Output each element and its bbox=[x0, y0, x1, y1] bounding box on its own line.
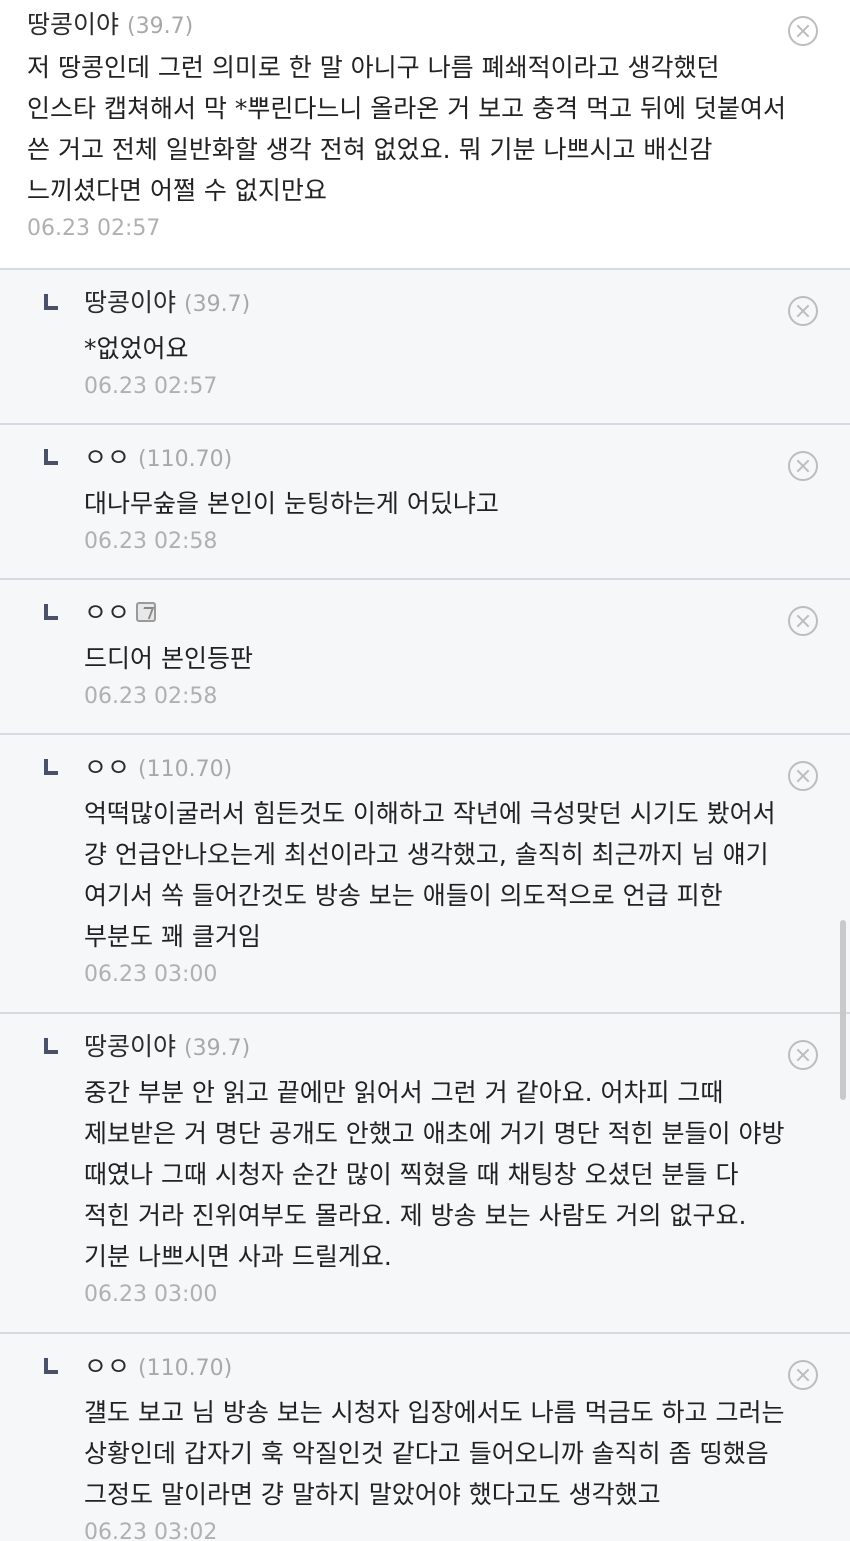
delete-icon[interactable] bbox=[788, 761, 818, 791]
reply-item: 땅콩이야 (39.7) 중간 부분 안 읽고 끝에만 읽어서 그런 거 같아요. … bbox=[0, 1014, 850, 1334]
comment-text: 억떡많이굴러서 힘든것도 이해하고 작년에 극성맞던 시기도 봤어서 걍 언급안… bbox=[84, 799, 776, 951]
comment-ip: (39.7) bbox=[184, 292, 251, 317]
comment-nickname[interactable]: 땅콩이야 bbox=[27, 10, 119, 39]
reply-arrow-icon bbox=[44, 1038, 58, 1054]
comment-meta: ㅇㅇ (110.70) bbox=[84, 751, 790, 785]
reply-arrow-icon bbox=[44, 294, 58, 310]
comment-nickname[interactable]: ㅇㅇ bbox=[84, 443, 130, 472]
comment-time: 06.23 03:00 bbox=[84, 1282, 218, 1307]
comment-thread: 땅콩이야 (39.7) 저 땅콩인데 그런 의미로 한 말 아니구 나름 폐쇄적이… bbox=[0, 0, 850, 1541]
comment-time: 06.23 02:58 bbox=[84, 529, 218, 554]
delete-icon[interactable] bbox=[788, 1360, 818, 1390]
reply-item: ㅇㅇ (110.70) 억떡많이굴러서 힘든것도 이해하고 작년에 극성맞던 시기… bbox=[0, 735, 850, 1014]
delete-icon[interactable] bbox=[788, 16, 818, 46]
reply-item: 땅콩이야 (39.7) *없었어요 06.23 02:57 bbox=[0, 270, 850, 425]
comment-meta: ㅇㅇ (110.70) bbox=[84, 441, 790, 475]
comment-text: *없었어요 bbox=[84, 334, 189, 363]
comment-ip: (110.70) bbox=[138, 447, 233, 472]
comment-meta: ㅇㅇ bbox=[84, 596, 790, 630]
comment-ip: (39.7) bbox=[127, 14, 194, 39]
comment-nickname[interactable]: ㅇㅇ bbox=[84, 753, 130, 782]
reply-arrow-icon bbox=[44, 604, 58, 620]
comment-text: 드디어 본인등판 bbox=[84, 644, 253, 673]
comment-time: 06.23 02:57 bbox=[27, 216, 161, 241]
reply-item: ㅇㅇ (110.70) 걜도 보고 님 방송 보는 시청자 입장에서도 나름 먹금… bbox=[0, 1334, 850, 1541]
reply-item: ㅇㅇ (110.70) 대나무숲을 본인이 눈팅하는게 어딨냐고 06.23 02… bbox=[0, 425, 850, 580]
comment-nickname[interactable]: 땅콩이야 bbox=[84, 1032, 176, 1061]
delete-icon[interactable] bbox=[788, 451, 818, 481]
comment-ip: (110.70) bbox=[138, 757, 233, 782]
comment-nickname[interactable]: 땅콩이야 bbox=[84, 288, 176, 317]
comment-meta: 땅콩이야 (39.7) bbox=[84, 1030, 790, 1064]
reply-item: ㅇㅇ 드디어 본인등판 06.23 02:58 bbox=[0, 580, 850, 735]
delete-icon[interactable] bbox=[788, 1040, 818, 1070]
comment-ip: (110.70) bbox=[138, 1356, 233, 1381]
comment-time: 06.23 02:57 bbox=[84, 374, 218, 399]
reply-arrow-icon bbox=[44, 1358, 58, 1374]
comment-time: 06.23 02:58 bbox=[84, 684, 218, 709]
comment-meta: ㅇㅇ (110.70) bbox=[84, 1350, 790, 1384]
comment-nickname[interactable]: ㅇㅇ bbox=[84, 598, 130, 627]
comment-ip: (39.7) bbox=[184, 1036, 251, 1061]
comment-time: 06.23 03:00 bbox=[84, 962, 218, 987]
reply-arrow-icon bbox=[44, 449, 58, 465]
delete-icon[interactable] bbox=[788, 296, 818, 326]
comment-item: 땅콩이야 (39.7) 저 땅콩인데 그런 의미로 한 말 아니구 나름 폐쇄적이… bbox=[0, 0, 850, 270]
comment-text: 중간 부분 안 읽고 끝에만 읽어서 그런 거 같아요. 어차피 그때 제보받은… bbox=[84, 1078, 785, 1271]
reply-arrow-icon bbox=[44, 759, 58, 775]
comment-meta: 땅콩이야 (39.7) bbox=[84, 286, 790, 320]
comment-nickname[interactable]: ㅇㅇ bbox=[84, 1352, 130, 1381]
scrollbar-thumb[interactable] bbox=[840, 920, 846, 1100]
comment-text: 걜도 보고 님 방송 보는 시청자 입장에서도 나름 먹금도 하고 그러는 상황… bbox=[84, 1398, 785, 1509]
comment-text: 저 땅콩인데 그런 의미로 한 말 아니구 나름 폐쇄적이라고 생각했던 인스타… bbox=[27, 53, 786, 205]
comment-text: 대나무숲을 본인이 눈팅하는게 어딨냐고 bbox=[84, 489, 499, 518]
comment-time: 06.23 03:02 bbox=[84, 1520, 218, 1541]
delete-icon[interactable] bbox=[788, 606, 818, 636]
member-badge-icon bbox=[136, 602, 157, 622]
comment-meta: 땅콩이야 (39.7) bbox=[27, 8, 790, 42]
